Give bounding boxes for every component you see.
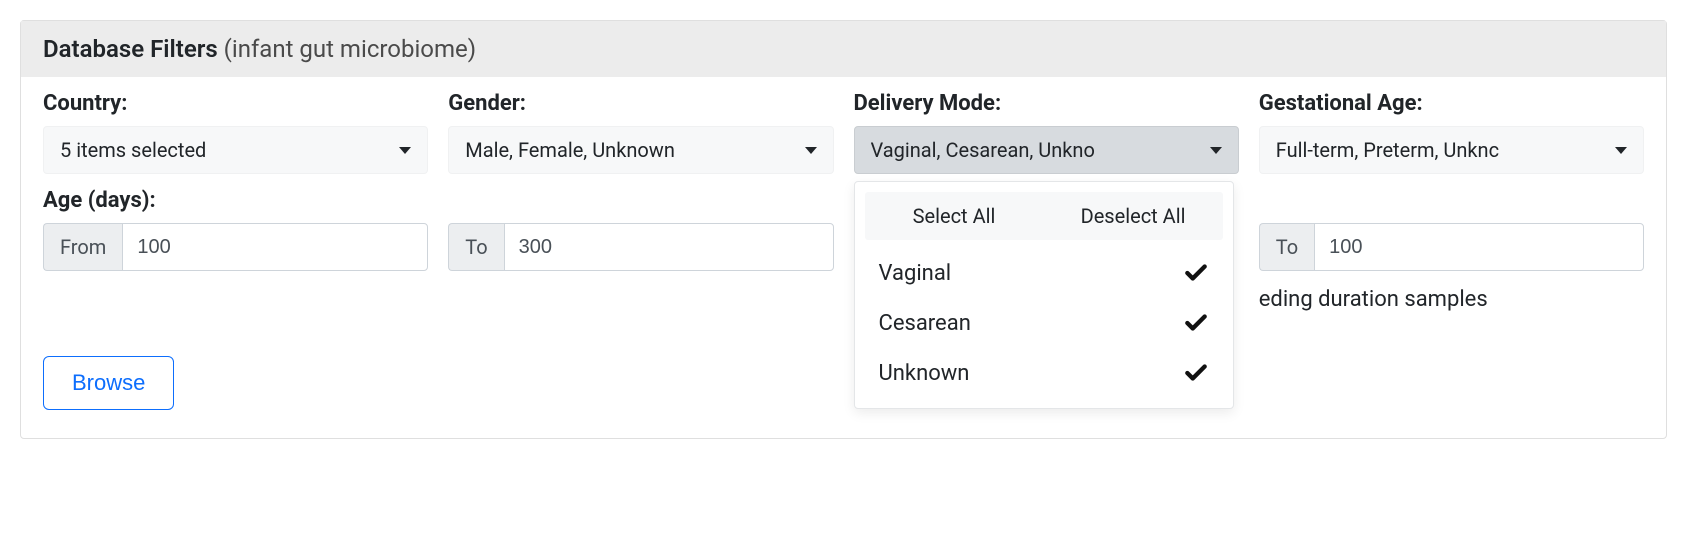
caret-down-icon (399, 147, 411, 154)
age-from-col: Age (days): From (43, 188, 428, 312)
age-from-input[interactable] (122, 223, 428, 271)
from-addon: From (43, 223, 122, 271)
gestational-age-label: Gestational Age: (1259, 91, 1644, 116)
option-label: Unknown (879, 361, 970, 386)
age-to-input[interactable] (504, 223, 834, 271)
gender-dropdown[interactable]: Male, Female, Unknown (448, 126, 833, 174)
option-cesarean[interactable]: Cesarean (865, 298, 1223, 348)
country-label: Country: (43, 91, 428, 116)
right-to-group: To (1259, 223, 1644, 271)
database-filters-panel: Database Filters (infant gut microbiome)… (20, 20, 1667, 439)
browse-button[interactable]: Browse (43, 356, 174, 410)
country-dropdown[interactable]: 5 items selected (43, 126, 428, 174)
caret-down-icon (1615, 147, 1627, 154)
age-to-group: To (448, 223, 833, 271)
filter-row-1: Country: 5 items selected Gender: Male, … (43, 91, 1644, 174)
option-vaginal[interactable]: Vaginal (865, 248, 1223, 298)
delivery-mode-selected-text: Vaginal, Cesarean, Unkno (871, 138, 1200, 162)
deselect-all-button[interactable]: Deselect All (1044, 192, 1223, 240)
country-selected-text: 5 items selected (60, 138, 389, 162)
right-to-input[interactable] (1314, 223, 1644, 271)
panel-title-context: (infant gut microbiome) (224, 35, 476, 63)
check-icon (1183, 360, 1209, 386)
caret-down-icon (1210, 147, 1222, 154)
country-col: Country: 5 items selected (43, 91, 428, 174)
delivery-mode-menu: Select All Deselect All Vaginal Cesarean (854, 181, 1234, 409)
partial-visible-text: eding duration samples (1259, 287, 1644, 312)
to-addon: To (448, 223, 503, 271)
gender-selected-text: Male, Female, Unknown (465, 138, 794, 162)
age-days-label: Age (days): (43, 188, 428, 213)
gestational-age-dropdown[interactable]: Full-term, Preterm, Unknc (1259, 126, 1644, 174)
delivery-mode-dropdown[interactable]: Vaginal, Cesarean, Unkno (854, 126, 1239, 174)
filter-row-2: Age (days): From To (43, 188, 1644, 312)
caret-down-icon (805, 147, 817, 154)
panel-title: Database Filters (43, 35, 218, 63)
option-label: Cesarean (879, 311, 971, 336)
gestational-age-selected-text: Full-term, Preterm, Unknc (1276, 138, 1605, 162)
option-label: Vaginal (879, 261, 952, 286)
gestational-age-col: Gestational Age: Full-term, Preterm, Unk… (1259, 91, 1644, 174)
select-all-button[interactable]: Select All (865, 192, 1044, 240)
menu-header: Select All Deselect All (865, 192, 1223, 240)
delivery-mode-col: Delivery Mode: Vaginal, Cesarean, Unkno … (854, 91, 1239, 174)
gender-label: Gender: (448, 91, 833, 116)
check-icon (1183, 310, 1209, 336)
to-addon: To (1259, 223, 1314, 271)
check-icon (1183, 260, 1209, 286)
delivery-mode-label: Delivery Mode: (854, 91, 1239, 116)
right-to-col: To eding duration samples (1259, 188, 1644, 312)
age-to-col: To (448, 188, 833, 312)
panel-header: Database Filters (infant gut microbiome) (21, 21, 1666, 77)
gender-col: Gender: Male, Female, Unknown (448, 91, 833, 174)
option-unknown[interactable]: Unknown (865, 348, 1223, 398)
spacer-label (1259, 188, 1644, 213)
age-from-group: From (43, 223, 428, 271)
panel-body: Country: 5 items selected Gender: Male, … (21, 77, 1666, 438)
spacer-label (448, 188, 833, 213)
